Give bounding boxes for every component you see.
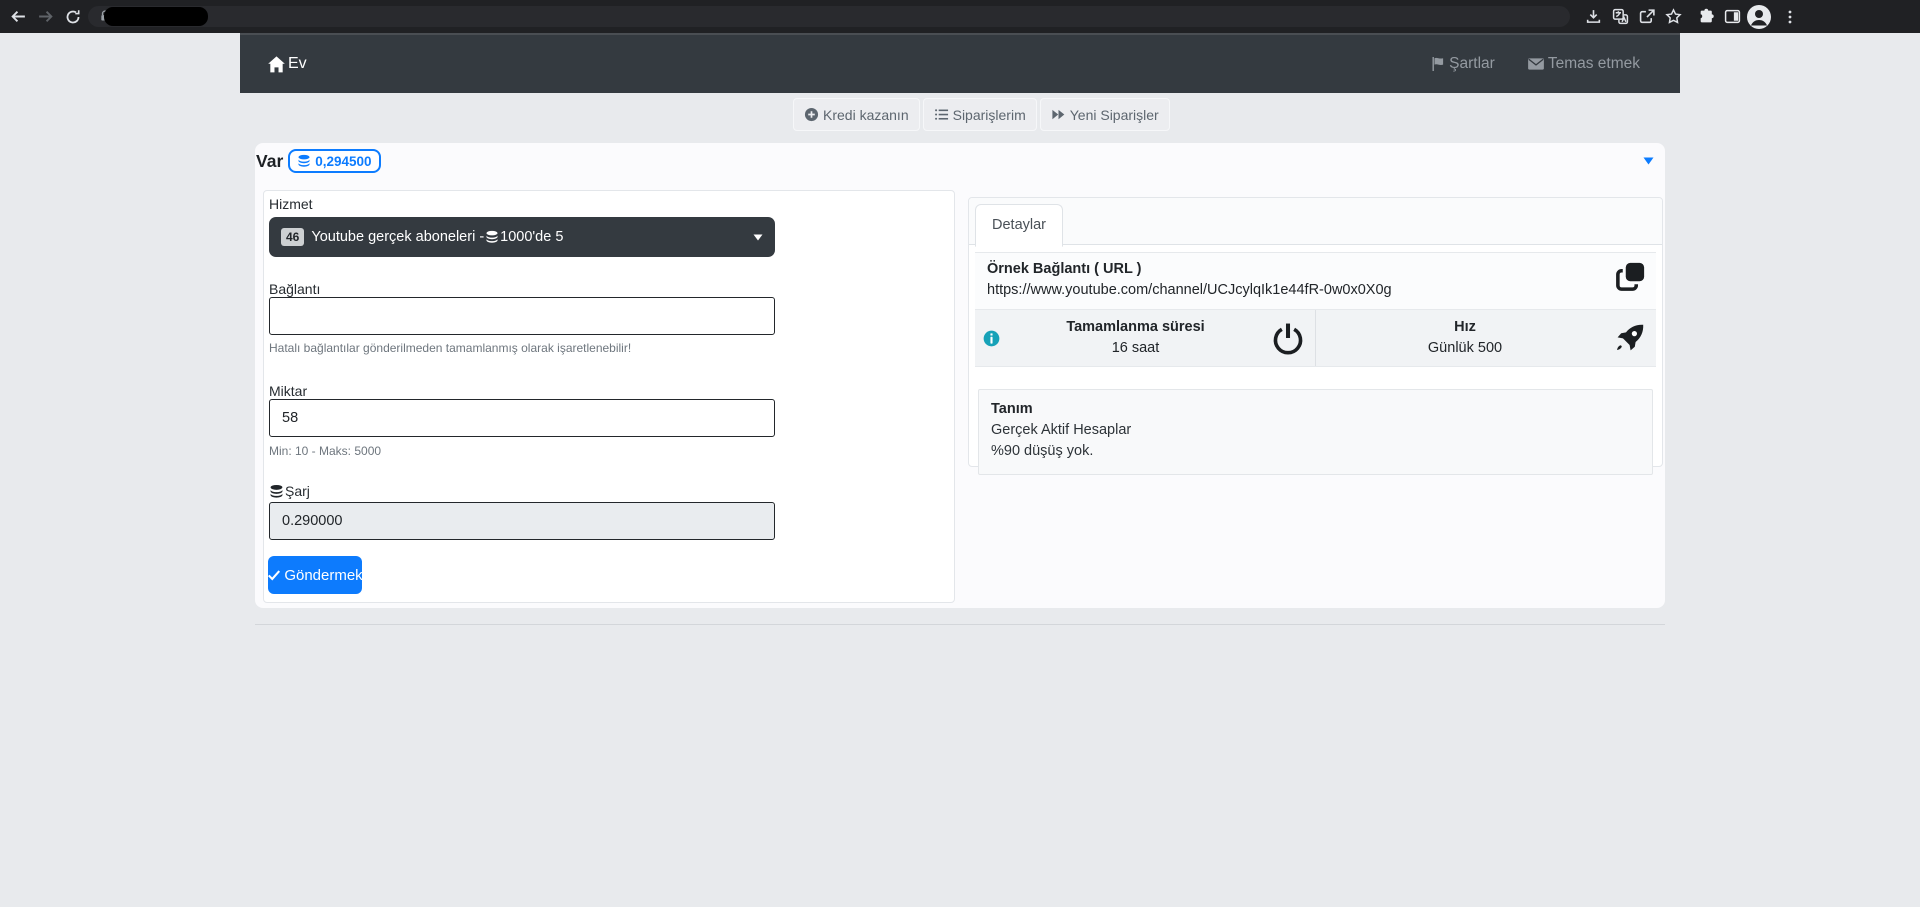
extensions-icon[interactable] (1693, 3, 1720, 30)
service-select[interactable]: 46 Youtube gerçek aboneleri - 1000'de 5 (269, 217, 775, 257)
envelope-icon (1527, 55, 1545, 73)
nav-link-label: Şartlar (1449, 55, 1495, 72)
coins-icon (485, 230, 499, 244)
info-icon[interactable] (983, 330, 1000, 347)
submit-button[interactable]: Göndermek (267, 556, 363, 594)
service-id-badge: 46 (281, 228, 305, 246)
link-input[interactable] (269, 297, 775, 335)
service-name-prefix: Youtube gerçek aboneleri - (311, 229, 485, 245)
reload-icon[interactable] (59, 3, 86, 30)
redacted-url (104, 7, 208, 26)
completion-texts: Tamamlanma süresi 16 saat (1000, 317, 1271, 359)
chevron-down-icon (753, 234, 763, 241)
link-label: Bağlantı (269, 281, 321, 297)
charge-input (269, 502, 775, 540)
service-label: Hizmet (269, 196, 313, 212)
completion-cell: Tamamlanma süresi 16 saat (975, 310, 1315, 366)
side-panel-icon[interactable] (1719, 3, 1746, 30)
balance-badge: 0,294500 (288, 149, 381, 173)
my-orders-label: Siparişlerim (952, 106, 1026, 123)
speed-texts: Hız Günlük 500 (1316, 317, 1614, 359)
balance-amount: 0,294500 (315, 153, 372, 169)
description-line: Gerçek Aktif Hesaplar (991, 422, 1132, 438)
check-icon (267, 568, 281, 582)
earn-credit-button[interactable]: Kredi kazanın (793, 98, 920, 131)
nav-link-label: Temas etmek (1547, 55, 1640, 72)
details-body: Örnek Bağlantı ( URL ) https://www.youtu… (969, 245, 1662, 482)
flag-icon (1430, 56, 1446, 72)
new-orders-button[interactable]: Yeni Siparişler (1039, 98, 1170, 131)
browser-toolbar (0, 0, 1920, 33)
speed-label: Hız (1454, 319, 1476, 335)
nav-brand-label: Ev (288, 55, 307, 72)
header-buttons: Kredi kazanın Siparişlerim Yeni Siparişl… (793, 98, 1170, 131)
power-icon (1271, 321, 1305, 355)
example-link-url: https://www.youtube.com/channel/UCJcylqI… (987, 282, 1392, 298)
description-label: Tanım (991, 401, 1033, 417)
forward-icon[interactable] (32, 3, 59, 30)
home-icon (267, 55, 286, 74)
my-orders-button[interactable]: Siparişlerim (922, 98, 1037, 131)
example-link-label: Örnek Bağlantı ( URL ) (987, 261, 1142, 277)
translate-icon[interactable] (1607, 3, 1634, 30)
earn-credit-label: Kredi kazanın (823, 106, 909, 123)
link-help-text: Hatalı bağlantılar gönderilmeden tamamla… (269, 341, 632, 355)
tab-details[interactable]: Detaylar (975, 204, 1063, 247)
share-icon[interactable] (1634, 3, 1661, 30)
chevron-down-icon[interactable] (1643, 157, 1654, 165)
speed-value: Günlük 500 (1427, 340, 1503, 356)
plus-circle-icon (804, 107, 819, 122)
forward-icon (1051, 107, 1066, 122)
coins-icon (297, 154, 311, 168)
back-icon[interactable] (5, 3, 32, 30)
rocket-icon (1614, 322, 1646, 354)
address-bar[interactable] (88, 6, 1570, 27)
nav-links: Şartlar Temas etmek (1430, 55, 1640, 73)
menu-icon[interactable] (1776, 3, 1803, 30)
example-link-row: Örnek Bağlantı ( URL ) https://www.youtu… (975, 252, 1656, 310)
service-name-suffix: 1000'de 5 (500, 229, 564, 245)
submit-label: Göndermek (284, 566, 363, 584)
page-divider (255, 624, 1665, 625)
details-card: Detaylar Örnek Bağlantı ( URL ) https://… (968, 197, 1663, 475)
quantity-help-text: Min: 10 - Maks: 5000 (269, 444, 382, 458)
details-tab-bar: Detaylar (969, 198, 1662, 247)
balance-dropdown[interactable]: Var 0,294500 (256, 149, 381, 173)
new-orders-label: Yeni Siparişler (1069, 106, 1159, 123)
description-box: Tanım Gerçek Aktif Hesaplar %90 düşüş yo… (978, 389, 1653, 475)
screen: Ev Şartlar Temas etmek Kredi kazanın Sip… (0, 0, 1920, 907)
description-line: %90 düşüş yok. (991, 443, 1094, 459)
download-icon[interactable] (1580, 3, 1607, 30)
quantity-label: Miktar (269, 383, 308, 399)
balance-label: Var (256, 150, 284, 171)
completion-label: Tamamlanma süresi (1066, 319, 1205, 335)
charge-label: Şarj (285, 483, 310, 499)
list-icon (934, 107, 949, 122)
nav-link-contact[interactable]: Temas etmek (1527, 55, 1640, 73)
site-navbar: Ev Şartlar Temas etmek (240, 33, 1680, 93)
stats-row: Tamamlanma süresi 16 saat Hız Günlük 500 (975, 310, 1656, 367)
speed-cell: Hız Günlük 500 (1315, 310, 1656, 366)
quantity-input[interactable] (269, 399, 775, 437)
coins-icon (269, 484, 284, 499)
profile-icon[interactable] (1745, 3, 1772, 30)
nav-brand-home[interactable]: Ev (267, 55, 307, 74)
copy-icon[interactable] (1616, 261, 1646, 291)
charge-label-row: Şarj (269, 483, 310, 499)
completion-value: 16 saat (1111, 340, 1160, 356)
star-icon[interactable] (1660, 3, 1687, 30)
nav-link-terms[interactable]: Şartlar (1430, 55, 1495, 73)
